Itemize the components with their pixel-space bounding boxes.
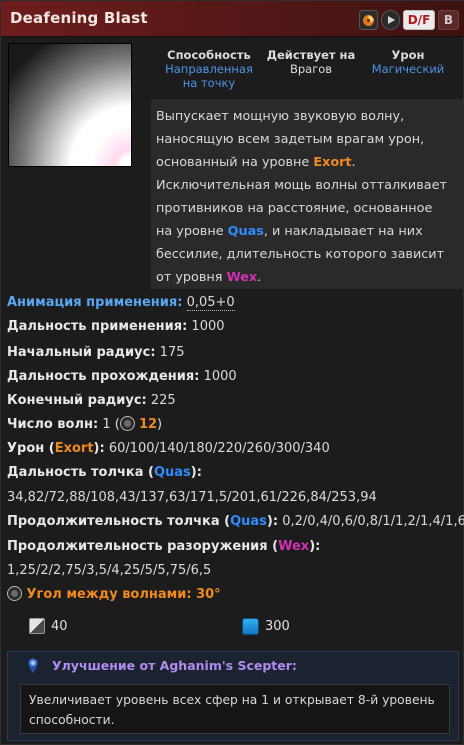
attr-wave-count: Число волн: 1 ( 12) [7,416,163,432]
scepter-upgrade: Улучшение от Aghanim's Scepter: Увеличив… [7,651,459,741]
play-icon[interactable] [381,10,400,30]
scepter-description: Увеличивает уровень всех сфер на 1 и отк… [20,684,450,734]
hotkey-df-button[interactable]: D/F [403,10,435,30]
quas-keyword: Quas [153,465,191,480]
mana-cost: 300 [242,618,290,635]
wex-keyword: Wex [278,539,310,554]
tooltip-header: Deafening Blast D/F B [1,1,464,37]
attr-value: 1000 [191,319,225,334]
talent-tree-icon [7,586,22,601]
attr-value: 0,05+0 [186,295,235,311]
desc-line: на уровне Quas, и накладывает на них [156,224,423,239]
talent-value: 12 [138,417,158,432]
quas-keyword: Quas [227,224,264,239]
stat-ability-type: Способность Направленная на точку [157,48,261,90]
stat-label: Способность [167,48,251,62]
attr-cast-animation: Анимация применения: 0,05+0 [7,294,235,312]
ability-description: Выпускает мощную звуковую волну, наносящ… [151,99,463,289]
stat-value: Направленная [165,62,253,76]
quas-keyword: Quas [230,514,267,529]
stat-value: Врагов [289,62,333,76]
attr-label: Дальность применения: [7,319,188,334]
attr-disarm-duration: Продолжительность разоружения (Wex): [7,539,321,554]
attr-label: Анимация применения: [7,295,183,310]
attr-value: 1000 [203,369,237,384]
talent-label: Угол между волнами: 30° [26,587,221,602]
desc-line: бессилие, длительность которого зависит [156,247,445,262]
stat-damage-type: Урон Магический [363,48,453,76]
talent-tree-icon [119,416,135,431]
attr-knockback-distance: Дальность толчка (Quas): [7,465,202,480]
attr-disarm-duration-value: 1,25/2/2,75/3,5/4,25/5/5,75/6,5 [7,563,212,578]
desc-line: Выпускает мощную звуковую волну, [156,109,405,124]
attr-cast-range: Дальность применения: 1000 [7,318,225,336]
exort-keyword: Exort [313,155,352,170]
attr-start-radius: Начальный радиус: 175 [7,344,185,362]
stat-value: Магический [371,62,445,76]
cooldown: 40 [29,618,68,634]
desc-line: наносящую всем задетым врагам урон, [156,132,425,147]
attr-value: 0,2/0,4/0,6/0,8/1/1,2/1,4/1,6 [282,514,464,529]
desc-line: противников на расстояние, основанное [156,201,433,216]
scepter-line: способности. [29,713,115,727]
mana-value: 300 [265,619,290,634]
attr-value: 1 [102,417,111,432]
scepter-title: Улучшение от Aghanim's Scepter: [52,658,297,673]
desc-line: от уровня Wex. [156,270,262,285]
attr-label: Число волн: [7,417,99,432]
attr-label: Дальность прохождения: [7,369,200,384]
stat-affects: Действует на Врагов [263,48,359,76]
attr-value: 175 [159,345,185,360]
desc-line: Исключительная мощь волны отталкивает [156,178,447,193]
attr-damage: Урон (Exort): 60/100/140/180/220/260/300… [7,441,330,456]
wex-keyword: Wex [226,270,258,285]
attr-value: 225 [150,393,176,408]
cooldown-value: 40 [51,618,68,634]
scepter-line: Увеличивает уровень всех сфер на 1 и отк… [29,693,435,707]
attr-label: Начальный радиус: [7,345,156,360]
swirl-icon[interactable] [359,10,378,30]
hotkey-b-button[interactable]: B [438,10,459,30]
attr-knockback-duration: Продолжительность толчка (Quas): 0,2/0,4… [7,514,464,529]
attr-end-radius: Конечный радиус: 225 [7,392,176,410]
stat-label: Действует на [266,48,356,62]
attr-travel-distance: Дальность прохождения: 1000 [7,368,237,386]
mana-icon [242,618,259,635]
attr-label: Конечный радиус: [7,393,147,408]
stat-label: Урон [391,48,425,62]
cooldown-icon [29,618,45,634]
exort-keyword: Exort [54,441,94,456]
ability-title: Deafening Blast [10,9,148,27]
aghanim-scepter-icon [28,658,38,674]
ability-tooltip: Deafening Blast D/F B Способность Направ… [0,0,464,745]
deafening-blast-art [8,43,132,167]
attr-knockback-distance-value: 34,82/72,88/108,43/137,63/171,5/201,61/2… [7,490,377,505]
attr-value: 60/100/140/180/220/260/300/340 [108,441,330,456]
talent-wave-angle: Угол между волнами: 30° [7,586,221,604]
desc-line: основанный на уровне Exort. [156,155,356,170]
stat-value-cont: на точку [182,76,236,90]
